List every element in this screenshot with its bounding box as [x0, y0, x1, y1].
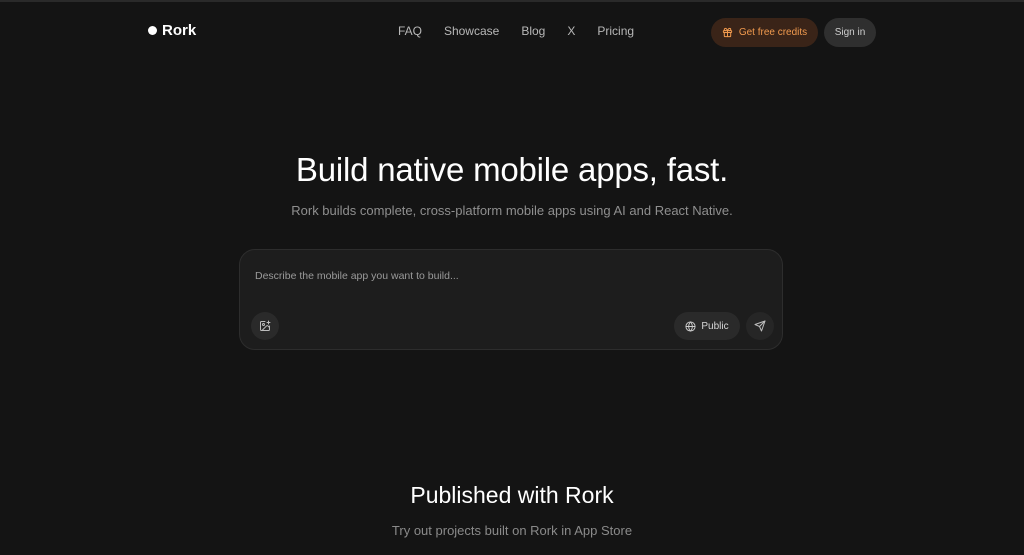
send-icon — [754, 320, 766, 332]
top-nav: Rork FAQ Showcase Blog X Pricing Get fre… — [0, 0, 1024, 64]
sign-in-label: Sign in — [834, 27, 866, 38]
nav-link-showcase[interactable]: Showcase — [444, 24, 499, 38]
attach-image-button[interactable] — [251, 312, 279, 340]
get-free-credits-button[interactable]: Get free credits — [711, 18, 818, 47]
globe-icon — [685, 320, 696, 332]
hero-title: Build native mobile apps, fast. — [295, 151, 729, 188]
gift-icon — [722, 27, 733, 38]
hero-subtitle: Rork builds complete, cross-platform mob… — [291, 203, 733, 218]
published-section-subtitle: Try out projects built on Rork in App St… — [391, 523, 633, 538]
published-section-title: Published with Rork — [410, 482, 614, 508]
nav-link-faq[interactable]: FAQ — [398, 24, 422, 38]
get-free-credits-label: Get free credits — [738, 27, 808, 38]
nav-link-x[interactable]: X — [567, 24, 575, 38]
visibility-toggle-button[interactable]: Public — [674, 312, 740, 340]
prompt-card: Public — [239, 249, 783, 350]
nav-link-pricing[interactable]: Pricing — [597, 24, 634, 38]
send-button[interactable] — [746, 312, 774, 340]
sign-in-button[interactable]: Sign in — [824, 18, 876, 47]
nav-link-blog[interactable]: Blog — [521, 24, 545, 38]
image-plus-icon — [259, 320, 271, 332]
visibility-label: Public — [701, 320, 729, 332]
app-description-input[interactable] — [255, 266, 765, 286]
